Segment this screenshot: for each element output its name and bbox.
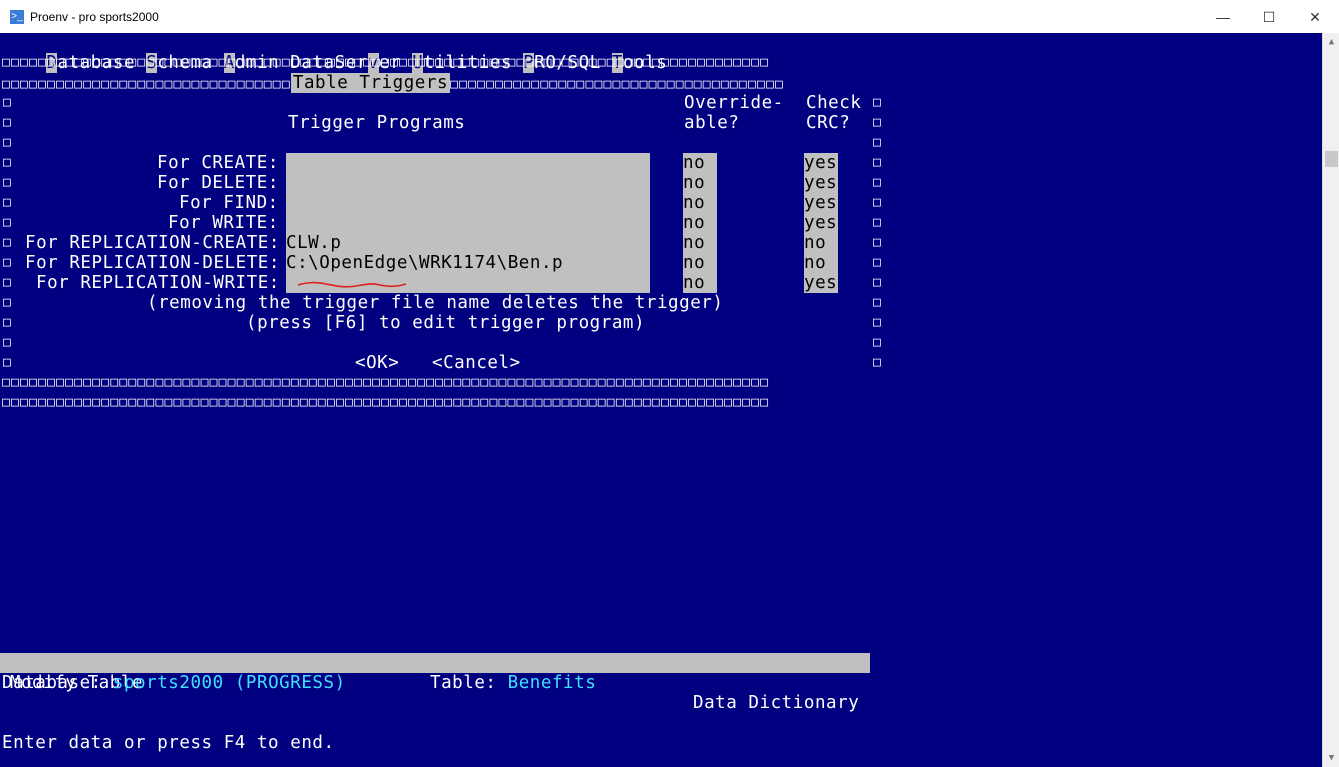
- status-tool: Data Dictionary: [693, 693, 860, 713]
- window-titlebar: >_ Proenv - pro sports2000 — ☐ ✕: [0, 0, 1339, 35]
- program-field-find[interactable]: [286, 193, 650, 213]
- crc-create[interactable]: yes: [804, 153, 838, 173]
- scrollbar-thumb[interactable]: [1325, 151, 1338, 167]
- header-overridable-2: able?: [684, 113, 740, 133]
- box-border-right: □: [873, 275, 881, 290]
- overridable-replication-write[interactable]: no: [683, 273, 717, 293]
- minimize-icon[interactable]: —: [1200, 0, 1246, 34]
- status-bar: Modify Table Data Dictionary: [0, 653, 870, 713]
- overridable-create[interactable]: no: [683, 153, 717, 173]
- box-border-right: □: [873, 135, 881, 150]
- box-border-right: □: [873, 115, 881, 130]
- database-label: Database:: [2, 673, 102, 693]
- note-removing-trigger: (removing the trigger file name deletes …: [147, 293, 724, 313]
- box-border-right: □: [873, 155, 881, 170]
- label-for-write: For WRITE:: [168, 213, 279, 233]
- label-for-replication-create: For REPLICATION-CREATE:: [25, 233, 280, 253]
- program-field-replication-delete[interactable]: C:\OpenEdge\WRK1174\Ben.p: [286, 253, 650, 273]
- program-field-write[interactable]: [286, 213, 650, 233]
- header-trigger-programs: Trigger Programs: [288, 113, 466, 133]
- box-border-right: □: [873, 255, 881, 270]
- box-border-left: □: [3, 215, 11, 230]
- message-line: Enter data or press F4 to end.: [2, 733, 335, 753]
- box-border-bottom-1: □□□□□□□□□□□□□□□□□□□□□□□□□□□□□□□□□□□□□□□□…: [2, 375, 770, 390]
- terminal-app-icon: >_: [10, 10, 24, 24]
- box-border-left: □: [3, 115, 11, 130]
- crc-replication-delete[interactable]: no: [804, 253, 838, 273]
- box-border-bottom-2: □□□□□□□□□□□□□□□□□□□□□□□□□□□□□□□□□□□□□□□□…: [2, 395, 770, 410]
- box-border-right: □: [873, 215, 881, 230]
- box-border-top: □□□□□□□□□□□□□□□□□□□□□□□□□□□□□□□□□□□□□□□□…: [2, 55, 770, 70]
- overridable-replication-create[interactable]: no: [683, 233, 717, 253]
- database-value: sports2000 (PROGRESS): [112, 673, 346, 693]
- crc-replication-create[interactable]: no: [804, 233, 838, 253]
- overridable-write[interactable]: no: [683, 213, 717, 233]
- box-border-right: □: [873, 175, 881, 190]
- box-border-left: □: [3, 295, 11, 310]
- cancel-button[interactable]: <Cancel>: [432, 353, 521, 373]
- label-for-replication-write: For REPLICATION-WRITE:: [36, 273, 280, 293]
- program-field-replication-create[interactable]: CLW.p: [286, 233, 650, 253]
- box-border-left: □: [3, 135, 11, 150]
- label-for-replication-delete: For REPLICATION-DELETE:: [25, 253, 280, 273]
- note-press-f6: (press [F6] to edit trigger program): [246, 313, 646, 333]
- table-value: Benefits: [507, 673, 597, 693]
- header-overridable-1: Override-: [684, 93, 784, 113]
- table-info: Table: Benefits: [430, 673, 596, 693]
- overridable-find[interactable]: no: [683, 193, 717, 213]
- scroll-up-icon[interactable]: ▲: [1323, 37, 1339, 47]
- overridable-replication-delete[interactable]: no: [683, 253, 717, 273]
- box-border-left: □: [3, 355, 11, 370]
- crc-delete[interactable]: yes: [804, 173, 838, 193]
- menu-bar: Database Schema Admin DataServer Utiliti…: [2, 33, 667, 73]
- crc-find[interactable]: yes: [804, 193, 838, 213]
- box-border-right: □: [873, 355, 881, 370]
- box-border-left: □: [3, 155, 11, 170]
- red-underline-annotation: [297, 281, 407, 288]
- crc-write[interactable]: yes: [804, 213, 838, 233]
- box-border-right: □: [873, 335, 881, 350]
- box-border-right: □: [873, 295, 881, 310]
- maximize-icon[interactable]: ☐: [1246, 0, 1292, 34]
- label-for-delete: For DELETE:: [157, 173, 279, 193]
- box-border-left: □: [3, 335, 11, 350]
- header-check-crc-2: CRC?: [806, 113, 851, 133]
- overridable-delete[interactable]: no: [683, 173, 717, 193]
- scroll-down-icon[interactable]: ▼: [1323, 753, 1339, 763]
- box-border-left: □: [3, 315, 11, 330]
- box-border-right: □: [873, 95, 881, 110]
- box-border-left: □: [3, 275, 11, 290]
- vertical-scrollbar[interactable]: ▲ ▼: [1322, 33, 1339, 767]
- window-title: Proenv - pro sports2000: [30, 10, 159, 24]
- label-for-find: For FIND:: [179, 193, 279, 213]
- table-label: Table:: [430, 673, 497, 693]
- box-border-left: □: [3, 235, 11, 250]
- crc-replication-write[interactable]: yes: [804, 273, 838, 293]
- program-field-delete[interactable]: [286, 173, 650, 193]
- dialog-title-row: □□□□□□□□□□□□□□□□□□□□□□□□□□□□□□□□ Table Tr…: [2, 73, 785, 93]
- box-border-left: □: [3, 195, 11, 210]
- box-border-left: □: [3, 255, 11, 270]
- box-border-right: □: [873, 235, 881, 250]
- header-check-crc-1: Check: [806, 93, 862, 113]
- box-border-left: □: [3, 95, 11, 110]
- program-field-create[interactable]: [286, 153, 650, 173]
- ok-button[interactable]: <OK>: [355, 353, 399, 373]
- label-for-create: For CREATE:: [157, 153, 279, 173]
- database-info: Database: sports2000 (PROGRESS): [2, 673, 346, 693]
- dialog-title: Table Triggers: [290, 73, 451, 93]
- close-icon[interactable]: ✕: [1292, 0, 1338, 34]
- box-border-right: □: [873, 195, 881, 210]
- box-border-right: □: [873, 315, 881, 330]
- box-border-left: □: [3, 175, 11, 190]
- terminal-screen: Database Schema Admin DataServer Utiliti…: [0, 33, 1322, 767]
